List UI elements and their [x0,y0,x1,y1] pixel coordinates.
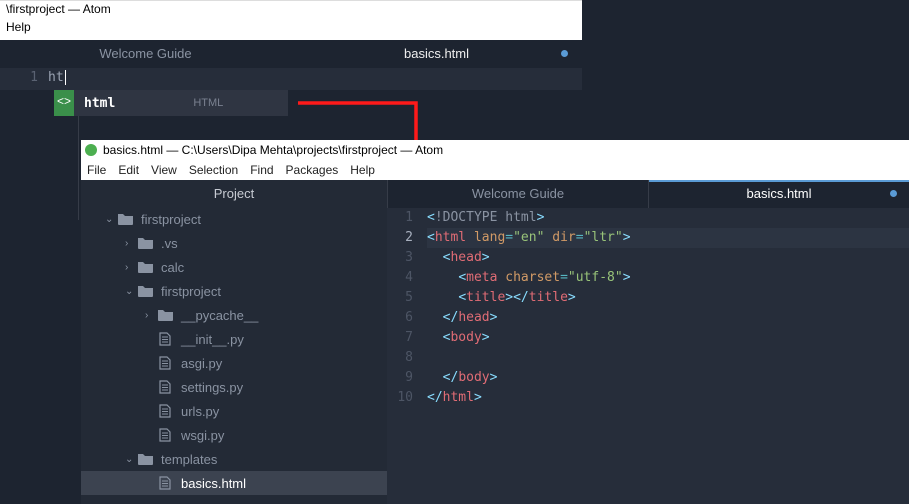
tree-item-label: calc [161,260,184,275]
chevron-right-icon: › [145,310,157,321]
file-icon [157,404,173,418]
code-editor[interactable]: 12345678910 <!DOCTYPE html><html lang="e… [387,208,909,408]
tree-item-label: firstproject [161,284,221,299]
code-line[interactable]: </html> [427,388,909,408]
file-tree[interactable]: ⌄ firstproject › .vs › calc ⌄ firstproject › __py… [81,207,387,495]
top-tab-bar: Welcome Guide basics.html [0,40,582,68]
tab-label: Welcome Guide [99,46,191,61]
menu-selection[interactable]: Selection [189,163,238,177]
tree-folder[interactable]: › __pycache__ [81,303,387,327]
autocomplete-popup[interactable]: <> html HTML [54,90,288,116]
tree-file[interactable]: wsgi.py [81,423,387,447]
file-icon [157,380,173,394]
tree-item-label: basics.html [181,476,246,491]
code-line[interactable]: <body> [427,328,909,348]
code-line[interactable]: <meta charset="utf-8"> [427,268,909,288]
gutter-line-number: 1 [0,68,48,90]
tree-folder[interactable]: ⌄ templates [81,447,387,471]
line-gutter: 12345678910 [387,208,421,408]
autocomplete-hint: HTML [193,97,223,109]
tree-folder[interactable]: ⌄ firstproject [81,279,387,303]
code-line[interactable]: </body> [427,368,909,388]
tree-file[interactable]: basics.html [81,471,387,495]
tab-basics-html[interactable]: basics.html [648,180,909,208]
tree-item-label: wsgi.py [181,428,224,443]
top-window-left-edge [0,116,79,220]
folder-icon [157,308,173,322]
tree-file[interactable]: urls.py [81,399,387,423]
project-pane: Project ⌄ firstproject › .vs › calc ⌄ firstproj… [81,180,387,504]
tab-label: basics.html [746,186,811,201]
window-title: \firstproject — Atom [0,0,582,18]
modified-indicator-icon [561,50,568,57]
tab-welcome-guide[interactable]: Welcome Guide [387,180,648,208]
autocomplete-label: html [74,96,133,111]
file-icon [157,356,173,370]
window-title-bar: basics.html — C:\Users\Dipa Mehta\projec… [81,140,909,160]
editor-pane: Welcome Guide basics.html 12345678910 <!… [387,180,909,504]
tree-folder[interactable]: ⌄ firstproject [81,207,387,231]
code-line[interactable] [427,348,909,368]
menu-bar: Help [0,18,582,40]
tab-label: Welcome Guide [472,186,564,201]
editor-line[interactable]: ht [48,68,66,90]
folder-icon [117,212,133,226]
window-title: basics.html — C:\Users\Dipa Mehta\projec… [103,143,443,157]
tab-label: basics.html [404,46,469,61]
tab-basics-html[interactable]: basics.html [291,40,582,68]
tree-item-label: .vs [161,236,178,251]
menu-file[interactable]: File [87,163,106,177]
tree-item-label: settings.py [181,380,243,395]
chevron-right-icon: › [125,262,137,273]
code-lines[interactable]: <!DOCTYPE html><html lang="en" dir="ltr"… [421,208,909,408]
menu-packages[interactable]: Packages [286,163,339,177]
tree-item-label: asgi.py [181,356,222,371]
tab-welcome-guide[interactable]: Welcome Guide [0,40,291,68]
file-icon [157,332,173,346]
tree-item-label: templates [161,452,217,467]
file-icon [157,428,173,442]
code-line[interactable]: <!DOCTYPE html> [427,208,909,228]
menu-help[interactable]: Help [350,163,375,177]
menu-help[interactable]: Help [6,20,31,34]
menu-edit[interactable]: Edit [118,163,139,177]
folder-icon [137,260,153,274]
menu-view[interactable]: View [151,163,177,177]
tree-item-label: __pycache__ [181,308,258,323]
tree-folder[interactable]: › .vs [81,231,387,255]
folder-icon [137,284,153,298]
bottom-atom-window: basics.html — C:\Users\Dipa Mehta\projec… [81,140,909,504]
code-line[interactable]: <head> [427,248,909,268]
code-line[interactable]: <title></title> [427,288,909,308]
tree-file[interactable]: asgi.py [81,351,387,375]
file-icon [157,476,173,490]
project-header: Project [81,180,387,207]
top-editor-area[interactable]: 1 ht [0,68,582,90]
chevron-down-icon: ⌄ [125,454,137,465]
menu-find[interactable]: Find [250,163,273,177]
code-line[interactable]: </head> [427,308,909,328]
tree-item-label: urls.py [181,404,219,419]
editor-tab-bar: Welcome Guide basics.html [387,180,909,208]
tree-folder[interactable]: › calc [81,255,387,279]
tree-item-label: firstproject [141,212,201,227]
tree-item-label: __init__.py [181,332,244,347]
tree-file[interactable]: __init__.py [81,327,387,351]
tree-file[interactable]: settings.py [81,375,387,399]
chevron-down-icon: ⌄ [125,286,137,297]
atom-favicon-icon [85,144,97,156]
chevron-right-icon: › [125,238,137,249]
code-line[interactable]: <html lang="en" dir="ltr"> [427,228,909,248]
folder-icon [137,236,153,250]
menu-bar: File Edit View Selection Find Packages H… [81,160,909,180]
chevron-down-icon: ⌄ [105,214,117,225]
folder-icon [137,452,153,466]
top-atom-window: \firstproject — Atom Help Welcome Guide … [0,0,582,116]
modified-indicator-icon [890,190,897,197]
autocomplete-snippet-icon: <> [54,90,74,116]
